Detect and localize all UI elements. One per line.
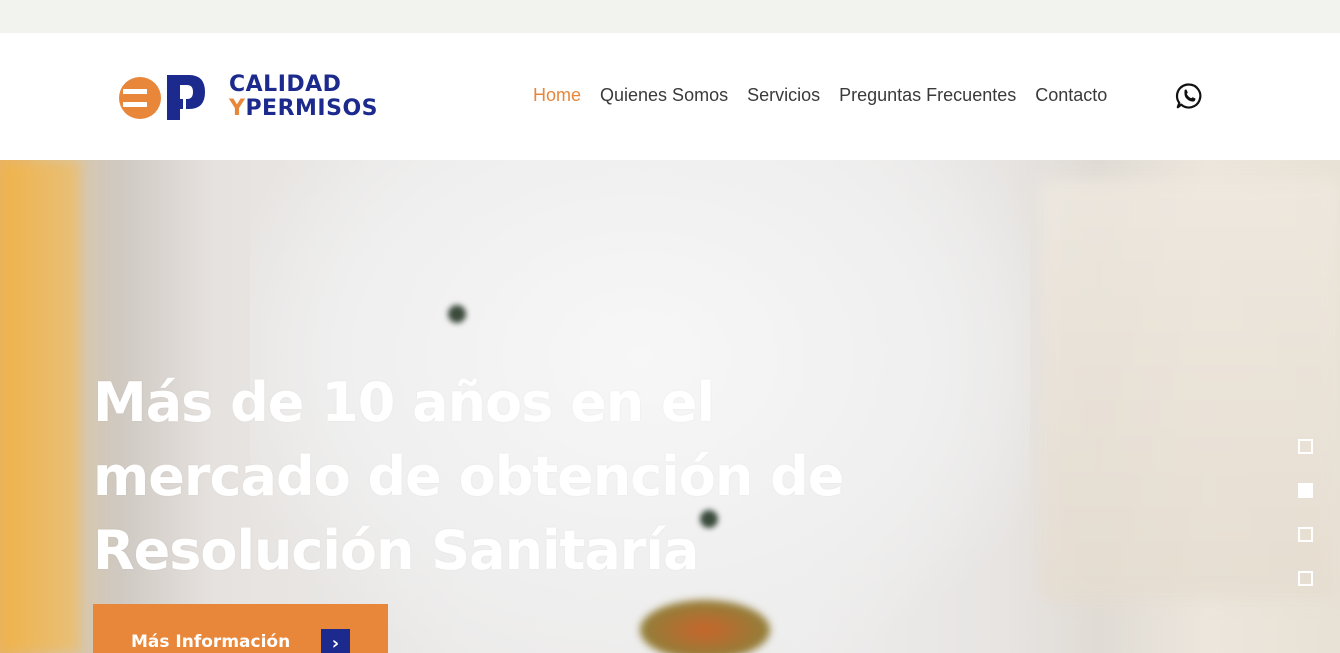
site-header: CALIDAD YPERMISOS Home Quienes Somos Ser… [0, 33, 1340, 160]
hero-title: Más de 10 años en el mercado de obtenció… [93, 371, 844, 582]
slide-dot-4[interactable] [1298, 571, 1313, 586]
whatsapp-icon[interactable] [1175, 82, 1203, 110]
slider-pagination [1298, 439, 1314, 615]
nav-preguntas-frecuentes[interactable]: Preguntas Frecuentes [839, 85, 1016, 106]
hero-banner: Más de 10 años en el mercado de obtenció… [0, 160, 1340, 653]
slide-dot-1[interactable] [1298, 439, 1313, 454]
brand-line-1: CALIDAD [229, 72, 342, 97]
nav-quienes-somos[interactable]: Quienes Somos [600, 85, 728, 106]
slide-dot-3[interactable] [1298, 527, 1313, 542]
top-bar [0, 0, 1340, 33]
nav-servicios[interactable]: Servicios [747, 85, 820, 106]
cp-logo-icon [119, 75, 205, 120]
nav-contacto[interactable]: Contacto [1035, 85, 1107, 106]
brand-permisos: PERMISOS [245, 96, 378, 121]
more-info-label: Más Información [131, 632, 291, 652]
brand-line-2: YPERMISOS [229, 97, 379, 121]
more-info-button[interactable]: Más Información › [93, 604, 388, 653]
brand-wordmark: CALIDAD YPERMISOS [229, 73, 379, 121]
brand-y: Y [229, 96, 246, 121]
slide-dot-2[interactable] [1298, 483, 1313, 498]
brand-logo[interactable]: CALIDAD YPERMISOS [119, 73, 379, 123]
chevron-right-icon: › [321, 629, 350, 653]
main-nav: Home Quienes Somos Servicios Preguntas F… [533, 85, 1126, 106]
nav-home[interactable]: Home [533, 85, 581, 106]
